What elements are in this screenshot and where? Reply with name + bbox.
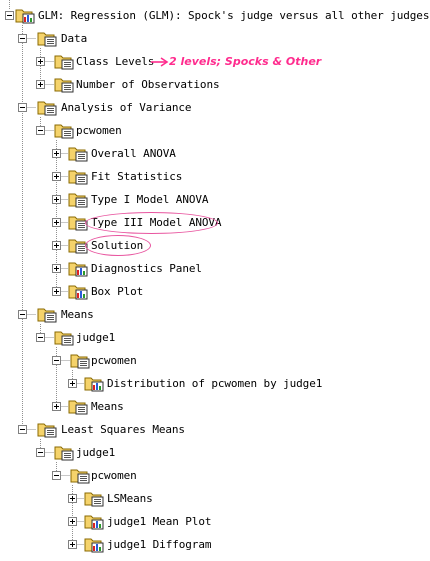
- expand-toggle[interactable]: [68, 517, 77, 526]
- folder-icon: [70, 354, 90, 369]
- expand-toggle[interactable]: [52, 402, 61, 411]
- expand-toggle[interactable]: [68, 379, 77, 388]
- least-squares-means-label: Least Squares Means: [61, 423, 185, 436]
- expand-toggle[interactable]: [36, 57, 45, 66]
- expand-toggle[interactable]: [52, 149, 61, 158]
- folder-icon: [37, 32, 57, 47]
- collapse-toggle[interactable]: [52, 356, 61, 365]
- graph-folder-icon: [84, 538, 104, 553]
- expand-toggle[interactable]: [52, 218, 61, 227]
- folder-icon: [68, 400, 88, 415]
- fit-statistics-label: Fit Statistics: [91, 170, 183, 183]
- folder-icon: [37, 423, 57, 438]
- folder-icon: [70, 469, 90, 484]
- root-label: GLM: Regression (GLM): Spock's judge ver…: [38, 9, 430, 22]
- folder-icon: [54, 78, 74, 93]
- folder-icon: [68, 170, 88, 185]
- folder-icon: [54, 124, 74, 139]
- folder-icon: [84, 492, 104, 507]
- judge1-diffogram-label: judge1 Diffogram: [107, 538, 212, 551]
- diagnostics-panel-label: Diagnostics Panel: [91, 262, 202, 275]
- type-i-model-anova-label: Type I Model ANOVA: [91, 193, 209, 206]
- folder-icon: [68, 147, 88, 162]
- folder-icon: [54, 446, 74, 461]
- collapse-toggle[interactable]: [18, 103, 27, 112]
- expand-toggle[interactable]: [68, 494, 77, 503]
- folder-icon: [37, 101, 57, 116]
- distribution-label: Distribution of pcwomen by judge1: [107, 377, 323, 390]
- data-section-label: Data: [61, 32, 88, 45]
- collapse-toggle[interactable]: [36, 126, 45, 135]
- solution-highlight-circle: [85, 235, 151, 256]
- class-levels-label: Class Levels: [76, 55, 155, 68]
- graph-folder-icon: [68, 285, 88, 300]
- box-plot-label: Box Plot: [91, 285, 144, 298]
- folder-icon: [54, 55, 74, 70]
- class-levels-annotation: 2 levels; Spocks & Other: [169, 55, 322, 68]
- expand-toggle[interactable]: [52, 287, 61, 296]
- graph-folder-icon: [68, 262, 88, 277]
- results-folder-icon: [15, 9, 35, 24]
- collapse-toggle[interactable]: [5, 11, 14, 20]
- means-pcwomen-label: pcwomen: [91, 354, 137, 367]
- folder-icon: [54, 331, 74, 346]
- collapse-toggle[interactable]: [36, 333, 45, 342]
- expand-toggle[interactable]: [52, 172, 61, 181]
- graph-folder-icon: [84, 377, 104, 392]
- judge1-mean-plot-label: judge1 Mean Plot: [107, 515, 212, 528]
- collapse-toggle[interactable]: [18, 425, 27, 434]
- means-table-label: Means: [91, 400, 124, 413]
- graph-folder-icon: [84, 515, 104, 530]
- type-iii-highlight-circle: [85, 212, 218, 234]
- collapse-toggle[interactable]: [18, 310, 27, 319]
- collapse-toggle[interactable]: [52, 471, 61, 480]
- collapse-toggle[interactable]: [18, 34, 27, 43]
- expand-toggle[interactable]: [52, 195, 61, 204]
- expand-toggle[interactable]: [52, 241, 61, 250]
- folder-icon: [68, 193, 88, 208]
- number-of-observations-label: Number of Observations: [76, 78, 220, 91]
- collapse-toggle[interactable]: [36, 448, 45, 457]
- analysis-of-variance-label: Analysis of Variance: [61, 101, 192, 114]
- annotation-arrow-icon: [151, 57, 169, 67]
- expand-toggle[interactable]: [52, 264, 61, 273]
- overall-anova-label: Overall ANOVA: [91, 147, 176, 160]
- results-tree: GLM: Regression (GLM): Spock's judge ver…: [0, 0, 430, 561]
- means-section-label: Means: [61, 308, 94, 321]
- anova-group-label: pcwomen: [76, 124, 122, 137]
- means-judge1-label: judge1: [76, 331, 116, 344]
- folder-icon: [37, 308, 57, 323]
- expand-toggle[interactable]: [36, 80, 45, 89]
- lsmeans-label: LSMeans: [107, 492, 153, 505]
- expand-toggle[interactable]: [68, 540, 77, 549]
- lsmeans-judge1-label: judge1: [76, 446, 116, 459]
- lsmeans-pcwomen-label: pcwomen: [91, 469, 137, 482]
